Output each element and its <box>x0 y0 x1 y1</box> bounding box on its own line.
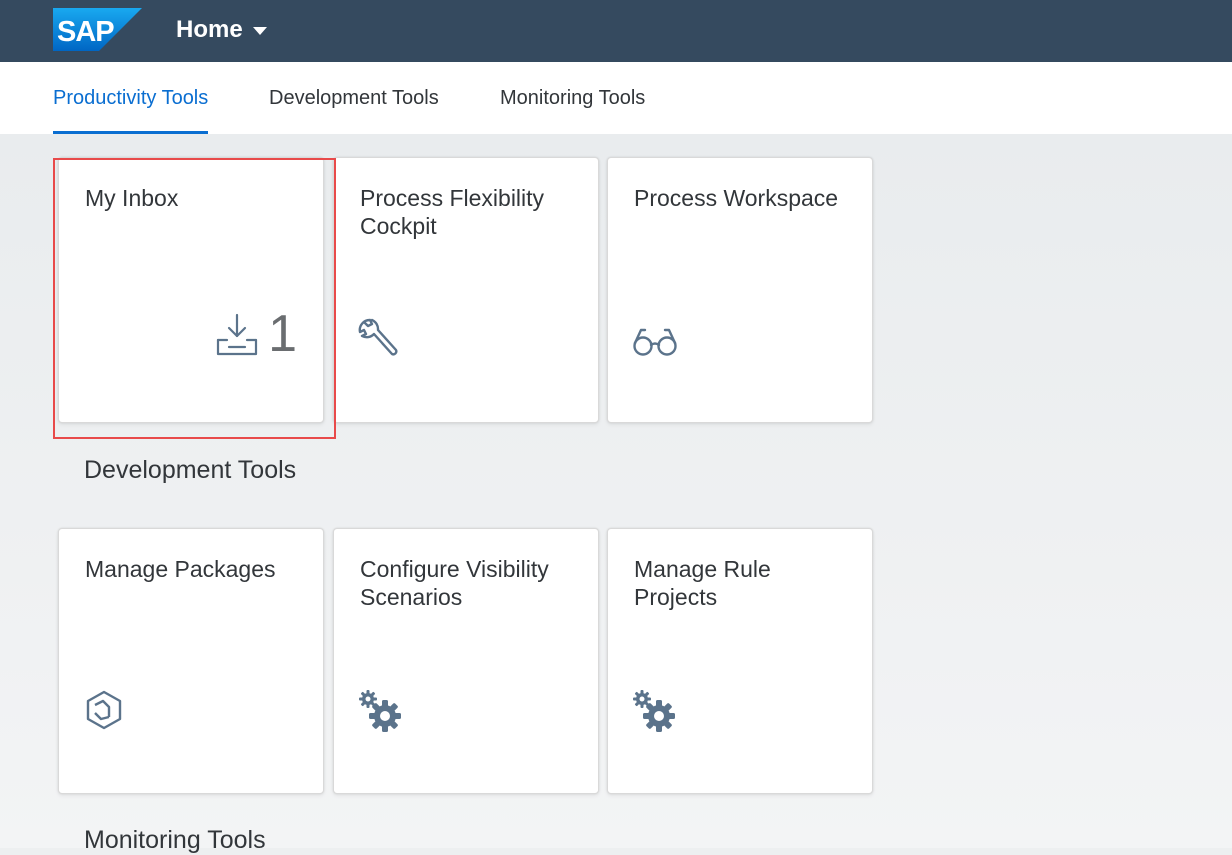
tile-process-flexibility-cockpit[interactable]: Process Flexibility Cockpit <box>333 157 599 423</box>
tile-configure-visibility-scenarios[interactable]: Configure Visibility Scenarios <box>333 528 599 794</box>
tile-kpi: 1 <box>214 306 297 360</box>
tile-title: Manage Rule Projects <box>634 556 771 610</box>
tab-development-tools[interactable]: Development Tools <box>269 62 439 134</box>
glasses-icon <box>632 318 678 360</box>
tab-label: Monitoring Tools <box>500 86 646 109</box>
inbox-download-icon <box>214 312 260 358</box>
tile-title: Configure Visibility Scenarios <box>360 556 549 610</box>
caret-down-icon <box>252 27 267 35</box>
tab-monitoring-tools[interactable]: Monitoring Tools <box>500 62 645 134</box>
gears-icon <box>632 689 675 732</box>
tile-manage-rule-projects[interactable]: Manage Rule Projects <box>607 528 873 794</box>
sap-logo[interactable]: SAP <box>53 8 142 51</box>
group-title-monitoring-tools: Monitoring Tools <box>84 826 266 854</box>
group-tab-bar: Productivity Tools Development Tools Mon… <box>0 62 1232 134</box>
tile-process-workspace[interactable]: Process Workspace <box>607 157 873 423</box>
tile-my-inbox[interactable]: My Inbox 1 <box>58 157 324 423</box>
package-icon <box>83 689 125 731</box>
shell-bar: SAP Home <box>0 0 1232 62</box>
tile-title: Process Flexibility Cockpit <box>360 185 545 239</box>
tab-label: Development Tools <box>269 86 439 109</box>
tile-title: Manage Packages <box>85 556 276 582</box>
sap-logo-text: SAP <box>57 16 114 48</box>
home-menu-button[interactable]: Home <box>176 15 267 45</box>
tile-manage-packages[interactable]: Manage Packages <box>58 528 324 794</box>
gears-icon <box>358 689 401 732</box>
tile-title: My Inbox <box>85 185 179 211</box>
group-title-development-tools: Development Tools <box>84 456 297 484</box>
wrench-icon <box>358 318 400 360</box>
tab-label: Productivity Tools <box>53 86 209 109</box>
tile-kpi-value: 1 <box>268 305 297 363</box>
tab-productivity-tools[interactable]: Productivity Tools <box>53 62 209 134</box>
tile-title: Process Workspace <box>634 185 839 211</box>
home-title: Home <box>176 16 243 43</box>
